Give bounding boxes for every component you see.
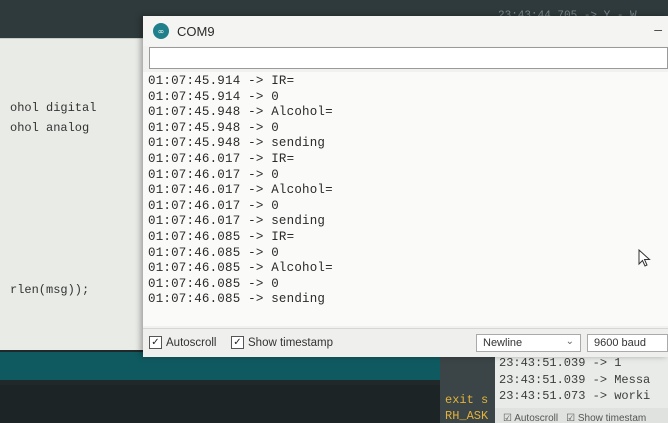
checkbox-icon: ✓ <box>231 336 244 349</box>
monitor-status-bar: ✓ Autoscroll ✓ Show timestamp Newline ⌄ … <box>143 328 668 357</box>
show-timestamp-label: Show timestamp <box>248 336 334 349</box>
chevron-down-icon: ⌄ <box>565 336 574 347</box>
serial-output-line: 01:07:46.085 -> IR= <box>148 230 295 244</box>
autoscroll-checkbox[interactable]: ✓ Autoscroll <box>149 336 217 349</box>
serial-output-line: 01:07:46.017 -> 0 <box>148 167 279 182</box>
line-ending-select[interactable]: Newline ⌄ <box>476 334 581 352</box>
arduino-icon: ∞ <box>153 23 169 39</box>
serial-output-line: 01:07:45.948 -> Alcohol= <box>148 105 333 120</box>
background-serial-monitor: 23:43:51.039 -> 1 23:43:51.039 -> Messa … <box>495 352 668 423</box>
serial-output-line: 01:07:45.914 -> 0 <box>148 89 279 104</box>
console-line: RH_ASK <box>445 409 489 423</box>
baud-rate-value: 9600 baud <box>594 337 646 349</box>
window-title: COM9 <box>177 23 215 39</box>
serial-output-line: 01:07:45.948 -> sending <box>148 136 326 151</box>
serial-output-line: 01:07:46.017 -> IR= <box>148 152 295 166</box>
console-line: exit s <box>445 393 489 407</box>
window-titlebar[interactable]: ∞ COM9 – <box>143 16 668 46</box>
serial-output-line: 23:43:51.039 -> 1 <box>499 356 622 370</box>
background-status-bar: ☑ Autoscroll ☑ Show timestam <box>495 408 668 423</box>
serial-input-field[interactable] <box>149 47 668 69</box>
serial-output-line: 23:43:51.073 -> worki <box>499 389 651 403</box>
serial-output-line: 23:43:51.039 -> Messa <box>499 373 651 387</box>
line-ending-value: Newline <box>483 337 523 349</box>
autoscroll-label: Autoscroll <box>166 336 217 349</box>
serial-output-area[interactable]: 01:07:45.914 -> IR= 01:07:45.914 -> 0 01:0… <box>143 72 668 326</box>
serial-output-line: 01:07:46.085 -> 0 <box>148 245 279 260</box>
code-line: ohol digital <box>10 101 97 115</box>
baud-rate-select[interactable]: 9600 baud <box>587 334 668 352</box>
serial-output-line: 01:07:46.085 -> 0 <box>148 276 279 291</box>
serial-output-line: 01:07:46.017 -> Alcohol= <box>148 183 333 198</box>
show-timestamp-checkbox[interactable]: ☑ Show timestam <box>566 413 646 423</box>
autoscroll-checkbox[interactable]: ☑ Autoscroll <box>503 413 558 423</box>
serial-output-line: 01:07:46.085 -> sending <box>148 292 326 307</box>
minimize-button[interactable]: – <box>654 21 662 37</box>
mouse-cursor-icon <box>638 249 651 267</box>
code-line: ohol analog <box>10 121 90 135</box>
serial-monitor-window: ∞ COM9 – 01:07:45.914 -> IR= 01:07:45.914… <box>143 16 668 357</box>
code-editor[interactable]: ohol digital ohol analog rlen(msg)); <box>0 38 160 351</box>
checkbox-icon: ✓ <box>149 336 162 349</box>
serial-output-line: 01:07:45.914 -> IR= <box>148 74 295 88</box>
serial-output-line: 01:07:46.085 -> Alcohol= <box>148 261 333 276</box>
serial-output-line: 01:07:45.948 -> 0 <box>148 120 279 135</box>
code-line: rlen(msg)); <box>10 283 90 297</box>
serial-output-line: 01:07:46.017 -> sending <box>148 214 326 229</box>
show-timestamp-checkbox[interactable]: ✓ Show timestamp <box>231 336 333 349</box>
ide-output-console <box>0 385 440 423</box>
serial-output-line: 01:07:46.017 -> 0 <box>148 198 279 213</box>
